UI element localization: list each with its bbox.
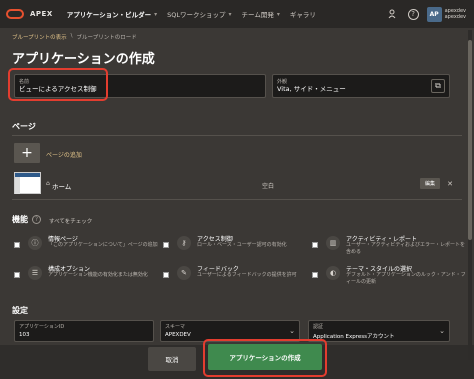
key-icon: ⚷ [177, 236, 191, 250]
feedback-icon: ✎ [177, 266, 191, 280]
feature-access-control[interactable]: ⚷ アクセス制御 ロール・ベース・ユーザー認可の有効化 [163, 234, 313, 264]
nav-sql-workshop[interactable]: SQLワークショップ ▾ [167, 9, 232, 20]
feature-configuration-options[interactable]: ☰ 構成オプション アプリケーション機能の有効化または無効化 [14, 264, 164, 294]
info-icon: ⓘ [28, 236, 42, 250]
pages-section-title: ページ [12, 122, 36, 131]
feature-description: アプリケーション機能の有効化または無効化 [48, 272, 148, 278]
pages-bottom-divider [12, 199, 462, 200]
add-page-button[interactable]: + [14, 143, 40, 163]
feature-description: 「このアプリケーションについて」ページの追加 [48, 242, 158, 248]
edit-page-button[interactable]: 編集 [420, 178, 440, 189]
avatar[interactable]: AP [426, 6, 442, 22]
settings-section-title: 設定 [12, 306, 28, 315]
application-id-field[interactable]: アプリケーションID 103 [14, 320, 154, 342]
create-button-highlight [203, 339, 327, 377]
feature-about-page[interactable]: ⓘ 情報ページ 「このアプリケーションについて」ページの追加 [14, 234, 164, 264]
features-help-icon[interactable]: ? [32, 215, 41, 224]
add-page-link[interactable]: ページの追加 [46, 150, 82, 159]
vertical-scrollbar[interactable] [468, 30, 472, 360]
feature-description: ロール・ベース・ユーザー認可の有効化 [197, 242, 287, 248]
sliders-icon: ☰ [28, 266, 42, 280]
chevron-down-icon: ▾ [154, 10, 158, 18]
appearance-picker-icon[interactable]: ⧉ [431, 79, 445, 93]
feature-checkbox[interactable] [312, 242, 318, 248]
breadcrumb-load-blueprint[interactable]: ブループリントのロード [77, 33, 137, 41]
chevron-down-icon: ▾ [276, 10, 280, 18]
brand-label[interactable]: APEX [30, 10, 53, 18]
feature-description: ユーザーによるフィードバックの提供を許可 [197, 272, 297, 278]
user-search-icon[interactable] [386, 7, 400, 21]
feature-feedback[interactable]: ✎ フィードバック ユーザーによるフィードバックの提供を許可 [163, 264, 313, 294]
feature-checkbox[interactable] [14, 272, 20, 278]
chevron-down-icon: ⌄ [289, 327, 295, 335]
breadcrumb: ブループリントの表示 \ ブループリントのロード [12, 33, 137, 41]
breadcrumb-separator: \ [70, 33, 73, 39]
feature-checkbox[interactable] [312, 272, 318, 278]
field-value: Application Expressアカウント [313, 334, 395, 340]
nav-team-development[interactable]: チーム開発 ▾ [242, 9, 280, 20]
main-nav: アプリケーション・ビルダー ▾ SQLワークショップ ▾ チーム開発 ▾ ギャラリ [67, 0, 326, 28]
oracle-logo-icon[interactable] [6, 9, 24, 19]
palette-icon: ◐ [326, 266, 340, 280]
page-type: 空白 [262, 183, 275, 190]
page-title: アプリケーションの作成 [12, 52, 155, 67]
feature-checkbox[interactable] [14, 242, 20, 248]
feature-description: ユーザー・アクティビティおよびエラー・レポートを含める [346, 242, 466, 255]
page-thumbnail [14, 172, 41, 194]
appearance-field-value: Vita, サイド・メニュー [277, 85, 346, 93]
features-section-title: 機能 ? [12, 214, 41, 225]
feature-checkbox[interactable] [163, 242, 169, 248]
top-navigation-bar: APEX アプリケーション・ビルダー ▾ SQLワークショップ ▾ チーム開発 ▾ ギ… [0, 0, 474, 28]
field-label: スキーマ [165, 324, 186, 330]
nav-gallery[interactable]: ギャラリ [290, 9, 316, 19]
top-right-controls: ? AP apexdev apexdev [378, 0, 466, 28]
user-workspace: apexdev [444, 14, 466, 20]
check-all-link[interactable]: すべてをチェック [49, 217, 92, 225]
pages-divider [12, 135, 462, 136]
chevron-down-icon: ⌄ [439, 327, 445, 335]
feature-description: デフォルト・アプリケーションのルック・アンド・フィールの更新 [346, 272, 466, 285]
name-field-highlight [8, 68, 108, 101]
scrollbar-thumb[interactable] [468, 40, 472, 240]
feature-activity-reporting[interactable]: ▥ アクティビティ・レポート ユーザー・アクティビティおよびエラー・レポートを含… [312, 234, 465, 264]
breadcrumb-view-blueprint[interactable]: ブループリントの表示 [12, 33, 67, 41]
chevron-down-icon: ▾ [228, 10, 232, 18]
field-label: 認証 [313, 324, 324, 330]
authentication-select[interactable]: 認証 Application Expressアカウント ⌄ [308, 320, 450, 342]
nav-app-builder[interactable]: アプリケーション・ビルダー ▾ [67, 9, 158, 20]
chart-icon: ▥ [326, 236, 340, 250]
cancel-button[interactable]: 取消 [148, 347, 196, 371]
appearance-field[interactable]: 外観 Vita, サイド・メニュー ⧉ [272, 74, 450, 98]
field-value[interactable]: 103 [19, 332, 30, 338]
user-menu[interactable]: apexdev apexdev [445, 8, 466, 20]
field-value: APEXDEV [165, 332, 191, 338]
feature-checkbox[interactable] [163, 272, 169, 278]
help-icon[interactable]: ? [407, 8, 419, 20]
delete-page-icon[interactable]: ✕ [444, 178, 456, 189]
field-label: アプリケーションID [19, 324, 65, 330]
home-icon: ⌂ [46, 180, 50, 187]
feature-theme-style-selection[interactable]: ◐ テーマ・スタイルの選択 デフォルト・アプリケーションのルック・アンド・フィー… [312, 264, 466, 294]
page-name-home: ホーム [52, 183, 72, 191]
